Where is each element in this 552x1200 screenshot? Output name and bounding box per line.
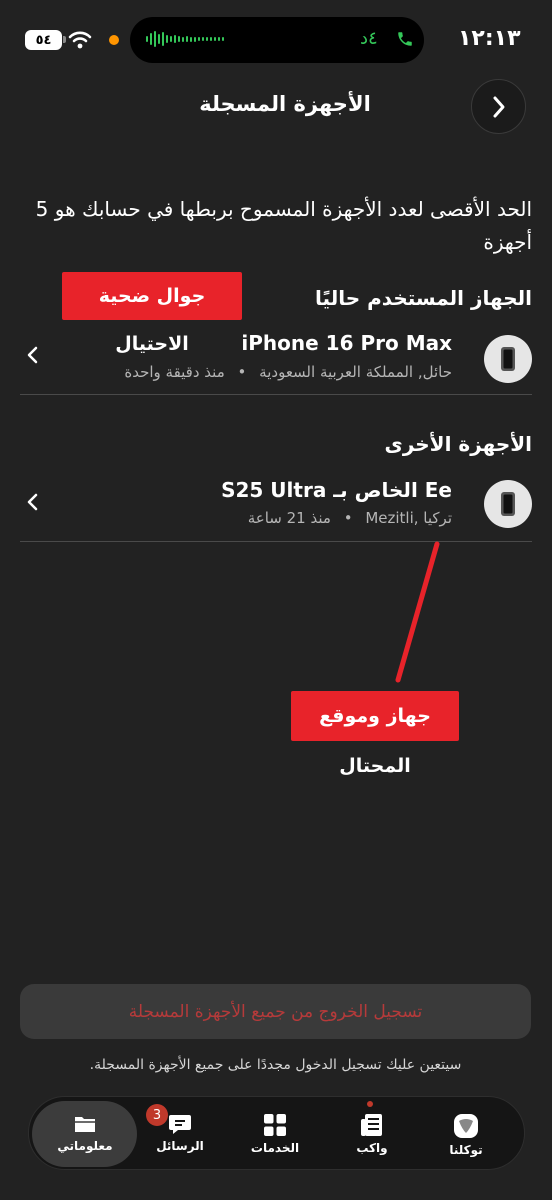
phone-icon: [396, 29, 414, 53]
annotation-arrow: [395, 541, 440, 683]
scammer-device-annotation: جهاز وموقع المحتال: [291, 691, 459, 777]
recording-indicator-icon: [109, 35, 119, 45]
tab-label: معلوماتي: [57, 1139, 113, 1153]
folder-icon: [40, 1113, 130, 1135]
other-devices-heading: الأجهزة الأخرى: [384, 432, 532, 456]
smartphone-icon: [484, 480, 532, 528]
current-device-time: منذ دقيقة واحدة: [124, 363, 225, 381]
call-duration: ٤د: [360, 28, 378, 49]
tab-services[interactable]: الخدمات: [230, 1113, 320, 1155]
page-title: الأجهزة المسجلة: [199, 92, 371, 116]
current-device-row[interactable]: iPhone 16 Pro Max حائل, المملكة العربية …: [20, 325, 532, 393]
device-limit-description: الحد الأقصى لعدد الأجهزة المسموح بربطها …: [35, 197, 532, 254]
current-device-name: iPhone 16 Pro Max: [241, 331, 452, 355]
other-device-time: منذ 21 ساعة: [247, 509, 331, 527]
tab-tawakkalna[interactable]: توكلنا: [421, 1113, 511, 1157]
smartphone-icon: [484, 335, 532, 383]
logout-note: سيتعين عليك تسجيل الدخول مجددًا على جميع…: [89, 1057, 462, 1073]
battery-indicator: ٥٤: [25, 30, 62, 50]
tab-label: توكلنا: [449, 1143, 483, 1157]
status-time: ١٢:١٣: [458, 26, 521, 51]
chevron-right-icon: [493, 96, 504, 117]
current-device-location: حائل, المملكة العربية السعودية: [259, 363, 452, 381]
current-device-meta: حائل, المملكة العربية السعودية • منذ دقي…: [124, 363, 452, 381]
other-device-row[interactable]: Ee الخاص بـ S25 Ultra تركيا ,Mezitli • م…: [20, 472, 532, 540]
divider: [20, 394, 532, 395]
tab-label: الرسائل: [156, 1139, 204, 1153]
news-icon: [327, 1113, 417, 1137]
other-device-location: تركيا ,Mezitli: [365, 509, 452, 527]
news-notification-dot: [367, 1101, 373, 1107]
tab-my-info[interactable]: معلوماتي: [40, 1113, 130, 1153]
chevron-left-icon: [26, 345, 38, 369]
messages-badge: 3: [146, 1104, 168, 1126]
other-device-name: Ee الخاص بـ S25 Ultra: [221, 478, 452, 502]
victim-phone-annotation: جوال ضحية الاحتيال: [62, 272, 242, 355]
battery-cap: [63, 36, 66, 43]
wifi-icon: [68, 30, 92, 54]
grid-icon: [230, 1113, 320, 1137]
audio-waveform-icon: [146, 31, 224, 47]
current-device-heading: الجهاز المستخدم حاليًا: [315, 286, 532, 310]
other-device-meta: تركيا ,Mezitli • منذ 21 ساعة: [247, 509, 452, 527]
logout-all-devices-button[interactable]: تسجيل الخروج من جميع الأجهزة المسجلة: [20, 984, 531, 1039]
tab-label: الخدمات: [250, 1141, 300, 1155]
chevron-left-icon: [26, 492, 38, 516]
back-button[interactable]: [471, 79, 526, 134]
tawakkalna-icon: [421, 1113, 511, 1139]
tab-wakeb[interactable]: واكب: [327, 1113, 417, 1155]
divider: [20, 541, 532, 542]
tab-label: واكب: [356, 1141, 388, 1155]
